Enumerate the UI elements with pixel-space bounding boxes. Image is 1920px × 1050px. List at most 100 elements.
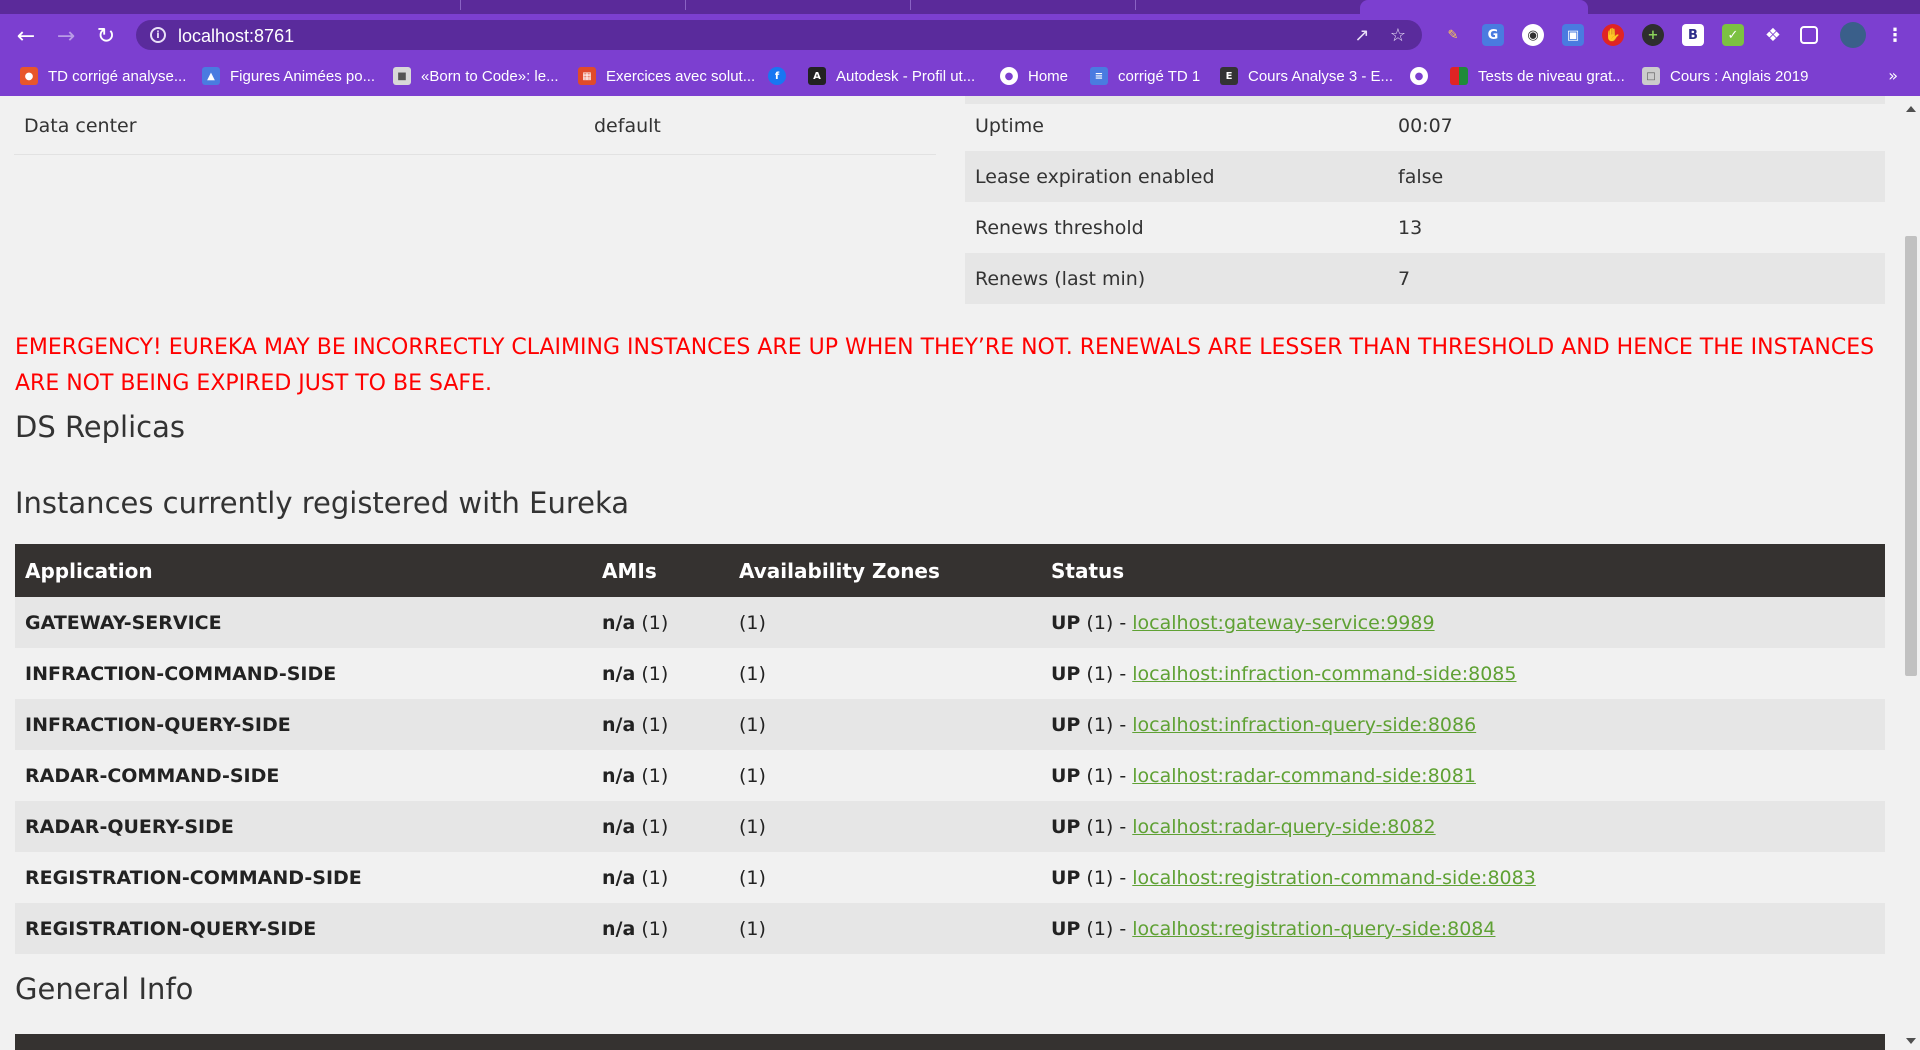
status-count: (1) - bbox=[1086, 764, 1127, 787]
status-cell: UP (1) - localhost:infraction-command-si… bbox=[1041, 648, 1885, 699]
instance-link[interactable]: localhost:infraction-command-side:8085 bbox=[1132, 663, 1516, 685]
amis-cell: n/a (1) bbox=[592, 852, 729, 903]
forward-icon[interactable]: → bbox=[52, 22, 80, 50]
back-icon[interactable]: ← bbox=[12, 22, 40, 50]
application-name: RADAR-QUERY-SIDE bbox=[15, 801, 592, 852]
eureka-page: Data center default Uptime 00:07 Lease e… bbox=[0, 96, 1902, 1050]
bookmark-favicon-icon: ■ bbox=[393, 67, 411, 85]
bookmark-item[interactable]: □ Cours : Anglais 2019 bbox=[1642, 64, 1808, 88]
status-label: UP bbox=[1051, 662, 1081, 685]
application-name: INFRACTION-QUERY-SIDE bbox=[15, 699, 592, 750]
grid-favicon-icon bbox=[1450, 67, 1468, 85]
status-count: (1) - bbox=[1086, 713, 1127, 736]
bookmark-item-facebook[interactable]: f bbox=[768, 64, 786, 88]
bookmark-item[interactable]: Tests de niveau grat... bbox=[1450, 64, 1625, 88]
info-key: Lease expiration enabled bbox=[975, 165, 1215, 188]
screen-extension-icon[interactable]: ▣ bbox=[1562, 24, 1584, 46]
info-row: Lease expiration enabled false bbox=[965, 151, 1885, 202]
scroll-down-icon[interactable] bbox=[1906, 1038, 1916, 1044]
status-cell: UP (1) - localhost:radar-command-side:80… bbox=[1041, 750, 1885, 801]
info-row: Uptime 00:07 bbox=[965, 100, 1885, 151]
amis-cell: n/a (1) bbox=[592, 801, 729, 852]
instance-link[interactable]: localhost:gateway-service:9989 bbox=[1132, 612, 1434, 634]
table-row: RADAR-QUERY-SIDE n/a (1) (1) UP (1) - lo… bbox=[15, 801, 1885, 852]
pencil-extension-icon[interactable]: ✎ bbox=[1442, 24, 1464, 46]
instance-link[interactable]: localhost:registration-command-side:8083 bbox=[1132, 867, 1536, 889]
instance-link[interactable]: localhost:infraction-query-side:8086 bbox=[1132, 714, 1476, 736]
table-row: RADAR-COMMAND-SIDE n/a (1) (1) UP (1) - … bbox=[15, 750, 1885, 801]
instance-link[interactable]: localhost:radar-query-side:8082 bbox=[1132, 816, 1435, 838]
address-bar-url[interactable]: localhost:8761 bbox=[178, 26, 294, 47]
scrollbar-thumb[interactable] bbox=[1905, 236, 1917, 676]
plus-extension-icon[interactable]: + bbox=[1642, 24, 1664, 46]
bookmark-item[interactable]: A Autodesk - Profil ut... bbox=[808, 64, 975, 88]
status-label: UP bbox=[1051, 611, 1081, 634]
column-header-application: Application bbox=[15, 544, 592, 597]
application-name: GATEWAY-SERVICE bbox=[15, 597, 592, 648]
status-count: (1) - bbox=[1086, 662, 1127, 685]
bookmark-label: «Born to Code»: le... bbox=[421, 67, 559, 85]
bookmark-favicon-icon: E bbox=[1220, 67, 1238, 85]
status-label: UP bbox=[1051, 713, 1081, 736]
info-key: Data center bbox=[24, 114, 137, 137]
record-extension-icon[interactable]: ◉ bbox=[1522, 24, 1544, 46]
info-row: Renews threshold 13 bbox=[965, 202, 1885, 253]
status-count: (1) - bbox=[1086, 917, 1127, 940]
address-bar[interactable]: i localhost:8761 ↗ ☆ bbox=[136, 20, 1422, 50]
browser-tab-strip bbox=[0, 0, 1920, 14]
reload-icon[interactable]: ↻ bbox=[92, 22, 120, 50]
adblock-extension-icon[interactable]: ✋ bbox=[1602, 24, 1624, 46]
status-label: UP bbox=[1051, 917, 1081, 940]
row-divider bbox=[14, 154, 936, 155]
bookmark-item[interactable]: ■ «Born to Code»: le... bbox=[393, 64, 559, 88]
status-count: (1) - bbox=[1086, 815, 1127, 838]
bookmark-item[interactable]: ● Home bbox=[1000, 64, 1068, 88]
facebook-icon: f bbox=[768, 67, 786, 85]
check-extension-icon[interactable]: ✓ bbox=[1722, 24, 1744, 46]
profile-avatar[interactable] bbox=[1840, 22, 1866, 48]
zones-cell: (1) bbox=[729, 597, 1041, 648]
amis-cell: n/a (1) bbox=[592, 597, 729, 648]
b-extension-icon[interactable]: B bbox=[1682, 24, 1704, 46]
site-info-icon[interactable]: i bbox=[150, 27, 166, 43]
active-tab[interactable] bbox=[1360, 0, 1588, 14]
bookmark-item[interactable]: ▲ Figures Animées po... bbox=[202, 64, 375, 88]
bookmark-label: Autodesk - Profil ut... bbox=[836, 67, 976, 85]
bookmark-label: Home bbox=[1028, 67, 1069, 85]
zones-cell: (1) bbox=[729, 750, 1041, 801]
amis-count: (1) bbox=[641, 815, 669, 838]
puzzle-extensions-icon[interactable]: ❖ bbox=[1762, 24, 1784, 46]
tab-separator bbox=[685, 0, 686, 10]
amis-count: (1) bbox=[641, 866, 669, 889]
bookmark-item[interactable]: ● TD corrigé analyse... bbox=[20, 64, 186, 88]
info-row: Data center default bbox=[14, 100, 936, 151]
amis-label: n/a bbox=[602, 866, 636, 889]
application-name: REGISTRATION-QUERY-SIDE bbox=[15, 903, 592, 954]
zones-cell: (1) bbox=[729, 903, 1041, 954]
amis-label: n/a bbox=[602, 611, 636, 634]
table-row: INFRACTION-COMMAND-SIDE n/a (1) (1) UP (… bbox=[15, 648, 1885, 699]
table-row: GATEWAY-SERVICE n/a (1) (1) UP (1) - loc… bbox=[15, 597, 1885, 648]
side-panel-icon[interactable] bbox=[1800, 26, 1818, 44]
translate-extension-icon[interactable]: G bbox=[1482, 24, 1504, 46]
bookmark-star-icon[interactable]: ☆ bbox=[1386, 23, 1410, 47]
bookmark-favicon-icon: A bbox=[808, 67, 826, 85]
amis-count: (1) bbox=[641, 917, 669, 940]
bookmark-label: Exercices avec solut... bbox=[606, 67, 756, 85]
zones-cell: (1) bbox=[729, 852, 1041, 903]
scroll-up-icon[interactable] bbox=[1906, 106, 1916, 112]
bookmark-item[interactable]: ≡ corrigé TD 1 bbox=[1090, 64, 1200, 88]
bookmark-favicon-icon: ● bbox=[20, 67, 38, 85]
amis-count: (1) bbox=[641, 713, 669, 736]
bookmark-item[interactable]: ▦ Exercices avec solut... bbox=[578, 64, 755, 88]
bookmark-item[interactable]: E Cours Analyse 3 - E... bbox=[1220, 64, 1393, 88]
page-scrollbar[interactable] bbox=[1902, 96, 1920, 1050]
instance-link[interactable]: localhost:radar-command-side:8081 bbox=[1132, 765, 1476, 787]
bookmark-item-globe[interactable]: ● bbox=[1410, 64, 1428, 88]
instance-link[interactable]: localhost:registration-query-side:8084 bbox=[1132, 918, 1495, 940]
general-info-table-header bbox=[15, 1034, 1885, 1050]
menu-kebab-icon[interactable]: ⋮ bbox=[1884, 24, 1906, 46]
bookmark-label: corrigé TD 1 bbox=[1118, 67, 1201, 85]
chevron-more-icon[interactable]: » bbox=[1888, 66, 1898, 85]
share-icon[interactable]: ↗ bbox=[1350, 23, 1374, 47]
